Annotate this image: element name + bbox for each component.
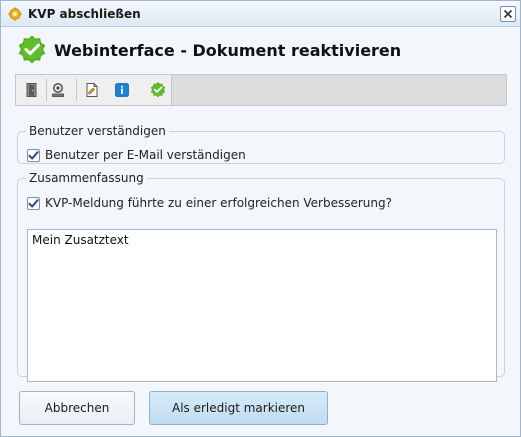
checkbox-box[interactable] [27, 196, 40, 210]
close-button[interactable] [500, 6, 516, 22]
improvement-success-label: KVP-Meldung führte zu einer erfolgreiche… [45, 196, 392, 210]
document-edit-button[interactable] [82, 80, 102, 100]
exit-door-button[interactable] [22, 80, 42, 100]
notify-group-legend: Benutzer verständigen [29, 124, 166, 138]
title-bar[interactable]: KVP abschließen [1, 1, 520, 27]
toolbar-group [16, 75, 172, 105]
page-title: Webinterface - Dokument reaktivieren [54, 41, 402, 60]
complete-button[interactable] [148, 80, 168, 100]
checkmark-icon [28, 198, 39, 207]
stamp-button[interactable] [48, 80, 68, 100]
summary-group-legend: Zusammenfassung [29, 171, 144, 185]
mark-done-button[interactable]: Als erledigt markieren [149, 391, 328, 425]
checkbox-box[interactable] [27, 148, 40, 162]
checkmark-icon [28, 150, 39, 159]
green-check-badge-icon [18, 35, 46, 64]
close-icon [503, 9, 513, 19]
stamp-icon [52, 83, 64, 97]
notify-group: Benutzer verständigen Benutzer per E-Mai… [17, 124, 505, 164]
email-notify-checkbox[interactable]: Benutzer per E-Mail verständigen [27, 148, 246, 162]
toolbar-separator [76, 79, 77, 101]
cancel-button[interactable]: Abbrechen [19, 391, 135, 425]
summary-textarea[interactable]: Mein Zusatztext [27, 229, 497, 382]
toolbar-separator [46, 79, 47, 101]
improvement-success-checkbox[interactable]: KVP-Meldung führte zu einer erfolgreiche… [27, 196, 392, 210]
document-edit-icon [86, 83, 98, 97]
dialog-window: KVP abschließen Webinterface - Dokument … [0, 0, 521, 437]
summary-group: Zusammenfassung KVP-Meldung führte zu ei… [17, 171, 505, 382]
exit-door-icon [26, 83, 37, 97]
info-button[interactable] [112, 80, 132, 100]
toolbar [15, 74, 507, 106]
window-title: KVP abschließen [28, 7, 141, 21]
info-icon [115, 83, 129, 97]
email-notify-label: Benutzer per E-Mail verständigen [45, 148, 246, 162]
gear-icon [8, 7, 22, 21]
check-badge-icon [150, 82, 166, 98]
